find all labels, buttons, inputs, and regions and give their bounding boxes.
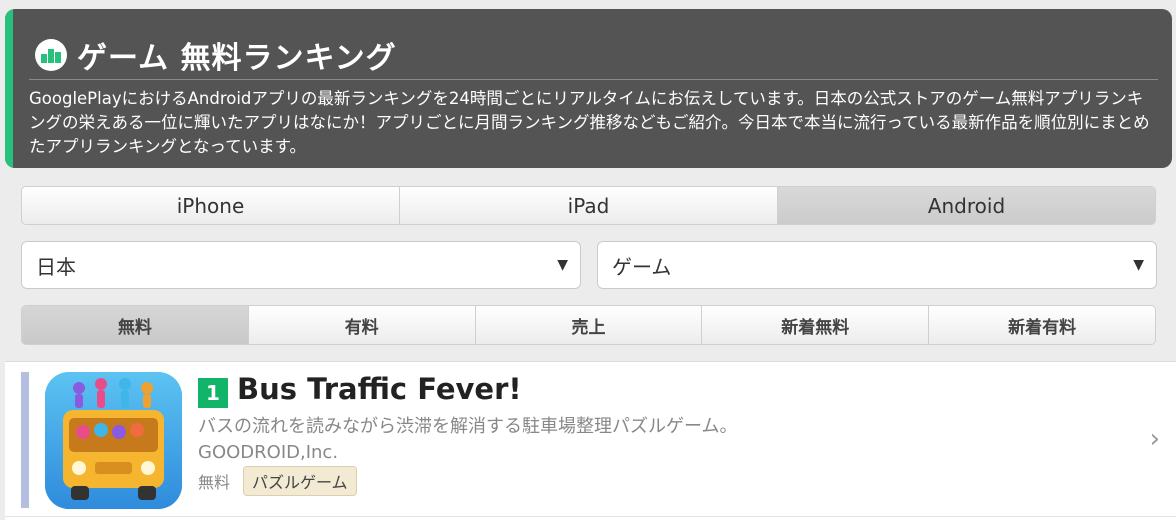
category-select-value: ゲーム	[612, 254, 672, 279]
tab-iphone[interactable]: iPhone	[22, 187, 400, 224]
dropdown-arrow-icon: ▼	[557, 257, 568, 273]
dropdown-arrow-icon: ▼	[1133, 257, 1144, 273]
ranking-header: ゲーム 無料ランキング GooglePlayにおけるAndroidアプリの最新ラ…	[5, 9, 1172, 168]
app-developer: GOODROID,Inc.	[198, 442, 339, 463]
header-description: GooglePlayにおけるAndroidアプリの最新ランキングを24時間ごとに…	[29, 89, 1150, 156]
app-name[interactable]: Bus Traffic Fever!	[237, 372, 522, 406]
price-tabs: 無料 有料 売上 新着無料 新着有料	[21, 305, 1156, 345]
header-divider	[29, 79, 1158, 80]
chevron-right-icon: ›	[1149, 424, 1160, 454]
tab-android[interactable]: Android	[778, 187, 1155, 224]
podium-icon	[35, 39, 67, 71]
tab-paid[interactable]: 有料	[249, 306, 476, 344]
category-select[interactable]: ゲーム ▼	[597, 241, 1157, 289]
country-select[interactable]: 日本 ▼	[21, 241, 581, 289]
ranking-item[interactable]: 1 Bus Traffic Fever! バスの流れを読みながら渋滞を解消する駐…	[5, 362, 1176, 517]
tab-free[interactable]: 無料	[22, 306, 249, 344]
device-tabs: iPhone iPad Android	[21, 186, 1156, 225]
app-description: バスの流れを読みながら渋滞を解消する駐車場整理パズルゲーム。	[198, 416, 738, 437]
rank-number-badge: 1	[198, 378, 228, 408]
header-accent-bar	[5, 9, 13, 168]
country-select-value: 日本	[36, 254, 76, 279]
header-title-row: ゲーム 無料ランキング	[35, 33, 397, 77]
page-title: ゲーム 無料ランキング	[77, 41, 397, 76]
app-icon[interactable]	[45, 372, 182, 509]
tab-new-free[interactable]: 新着無料	[702, 306, 930, 344]
ranking-list: 1 Bus Traffic Fever! バスの流れを読みながら渋滞を解消する駐…	[5, 361, 1176, 520]
tab-new-paid[interactable]: 新着有料	[929, 306, 1155, 344]
rank-indicator-bar	[21, 372, 29, 508]
tab-ipad[interactable]: iPad	[400, 187, 778, 224]
app-price: 無料	[198, 473, 231, 492]
tab-grossing[interactable]: 売上	[476, 306, 703, 344]
genre-tag[interactable]: パズルゲーム	[243, 466, 357, 496]
